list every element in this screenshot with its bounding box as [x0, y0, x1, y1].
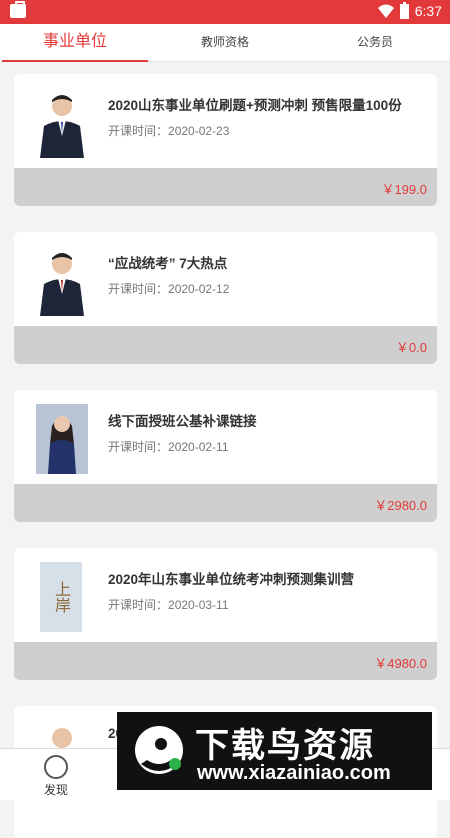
nav-discover-label: 发现	[43, 783, 68, 797]
course-title: “应战统考” 7大热点	[108, 256, 228, 271]
price-bar: ￥4980.0	[14, 642, 437, 680]
course-price: ￥4980.0	[374, 656, 427, 671]
course-card[interactable]: 线下面授班公基补课链接 开课时间：2020-02-11 ￥2980.0	[14, 390, 437, 522]
tab-civil-servant[interactable]: 公务员	[300, 24, 450, 61]
course-title: 2020山东事业单位刷题+预测冲刺 预售限量100份	[108, 98, 402, 113]
tab-shiye[interactable]: 事业单位	[0, 24, 150, 62]
course-title: 2020年山东事业单位统考冲刺预测集训营	[108, 572, 355, 587]
course-price: ￥2980.0	[374, 498, 427, 513]
course-card[interactable]: 2020山东事业单位刷题+预测冲刺 预售限量100份 开课时间：2020-02-…	[14, 74, 437, 206]
course-date: 开课时间：2020-02-11	[108, 440, 229, 454]
banner-title: 下载鸟资源	[195, 727, 375, 765]
status-bar: 6:37	[0, 0, 450, 24]
teacher-photo	[36, 88, 88, 158]
course-cover: 上岸	[40, 562, 82, 632]
course-card[interactable]: 上岸 2020年山东事业单位统考冲刺预测集训营 开课时间：2020-03-11 …	[14, 548, 437, 680]
bird-logo-icon	[135, 726, 183, 774]
notification-icon	[10, 1, 26, 18]
course-title: 线下面授班公基补课链接	[108, 414, 257, 429]
price-bar: ￥0.0	[14, 326, 437, 364]
teacher-photo	[36, 404, 88, 474]
banner-url: www.xiazainiao.com	[197, 762, 391, 784]
course-price: ￥199.0	[381, 182, 427, 197]
wifi-icon	[377, 4, 394, 18]
course-date: 开课时间：2020-02-23	[108, 124, 230, 138]
teacher-photo	[36, 246, 88, 316]
course-date: 开课时间：2020-03-11	[108, 598, 229, 612]
course-price: ￥0.0	[395, 340, 427, 355]
course-card[interactable]: “应战统考” 7大热点 开课时间：2020-02-12 ￥0.0	[14, 232, 437, 364]
cover-text: 上岸	[52, 581, 71, 613]
status-right: 6:37	[377, 1, 442, 19]
tab-teacher[interactable]: 教师资格	[150, 24, 300, 61]
price-bar: ￥199.0	[14, 168, 437, 206]
course-date: 开课时间：2020-02-12	[108, 282, 230, 296]
status-time: 6:37	[414, 3, 442, 19]
battery-icon	[399, 1, 409, 19]
price-bar: ￥2980.0	[14, 484, 437, 522]
nav-discover[interactable]: 发现	[26, 755, 86, 798]
compass-icon	[44, 755, 68, 779]
category-tabs: 事业单位 教师资格 公务员	[0, 24, 450, 62]
watermark-banner: 下载鸟资源 www.xiazainiao.com	[117, 712, 432, 790]
